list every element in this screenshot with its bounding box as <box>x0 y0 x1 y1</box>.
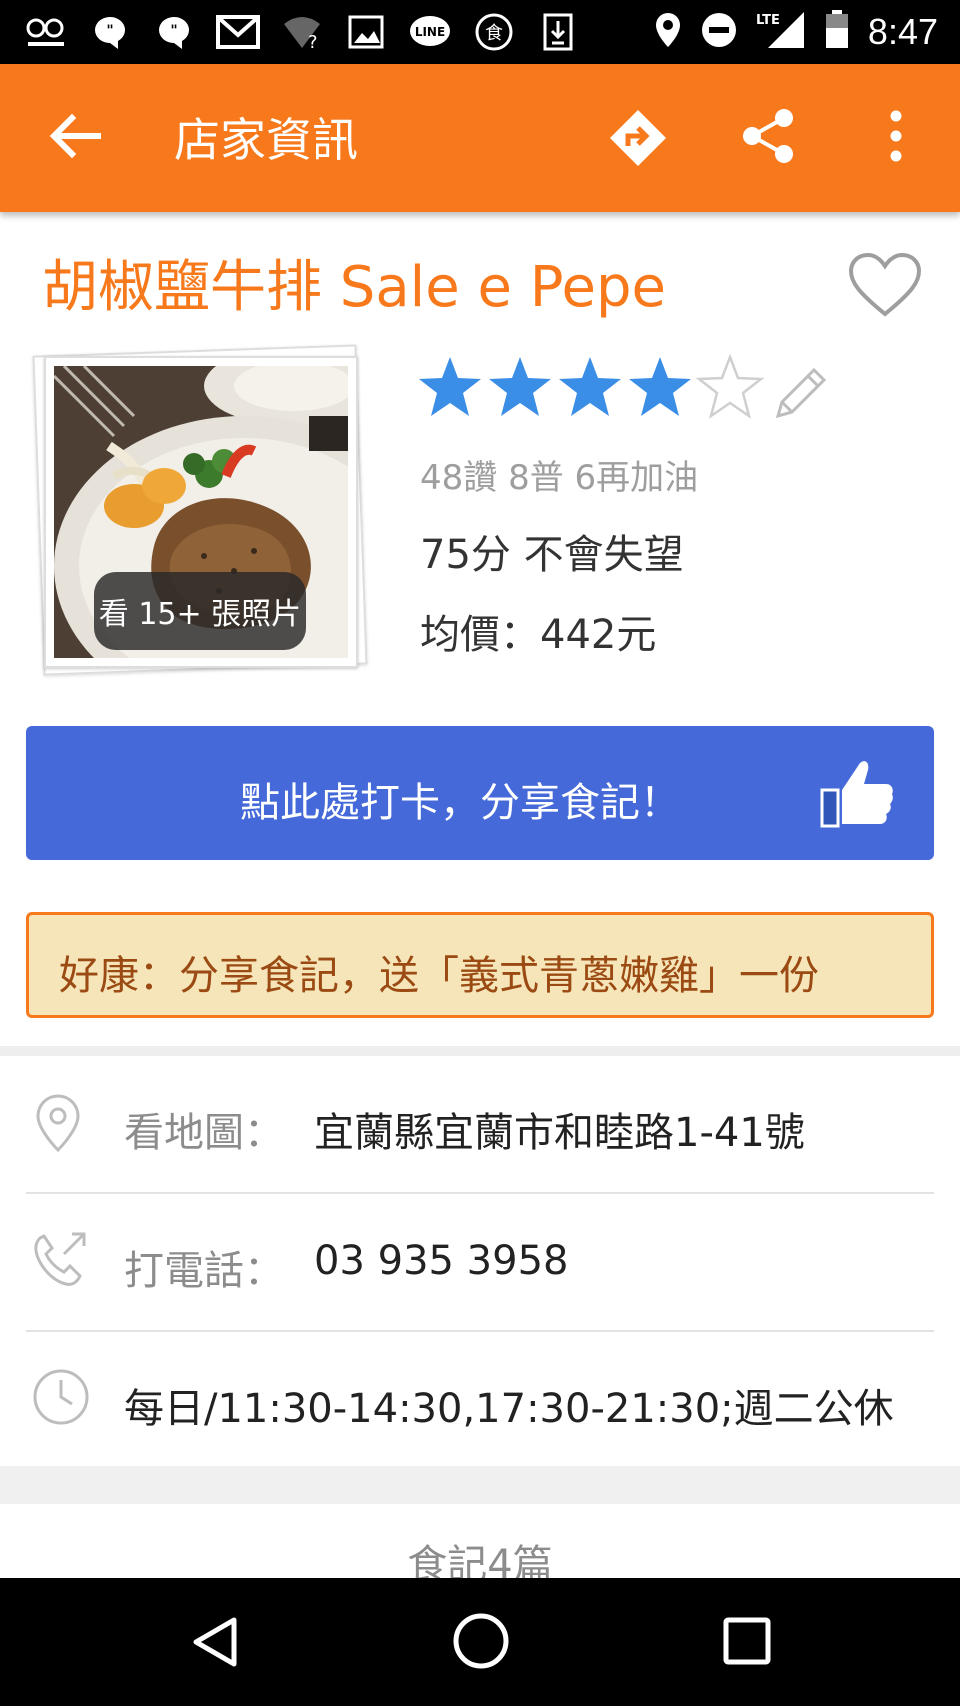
phone-value: 03 935 3958 <box>314 1238 569 1284</box>
rating-stars <box>416 354 764 422</box>
promo-text: 好康：分享食記，送「義式青蔥嫩雞」一份 <box>59 953 819 999</box>
wifi-unknown-icon: ? <box>280 12 324 52</box>
square-recents-icon <box>723 1617 771 1665</box>
clock-icon <box>32 1368 89 1430</box>
page-title: 店家資訊 <box>174 113 358 167</box>
location-pin-icon <box>32 1092 84 1154</box>
directions-icon <box>610 110 666 166</box>
gmail-icon <box>216 12 260 52</box>
section-divider <box>0 1466 960 1504</box>
share-button[interactable] <box>738 106 798 166</box>
star-filled-icon <box>419 357 481 416</box>
checkin-label: 點此處打卡，分享食記！ <box>240 780 680 826</box>
svg-text:": " <box>170 23 177 39</box>
svg-text:?: ? <box>308 32 318 50</box>
chat-bubble-icon: " <box>88 12 132 52</box>
phone-icon <box>32 1230 86 1292</box>
system-status: LTE 8:47 <box>654 0 938 64</box>
edit-rating-button[interactable] <box>772 364 830 422</box>
star-filled-icon <box>559 357 621 416</box>
map-row[interactable]: 看地圖： 宜蘭縣宜蘭市和睦路1-41號 <box>0 1056 960 1192</box>
nav-back-button[interactable] <box>188 1614 244 1670</box>
food-app-icon: 食 <box>472 12 516 52</box>
status-bar: " " ? LINE 食 LTE 8:47 <box>0 0 960 64</box>
section-divider <box>0 1046 960 1056</box>
share-icon <box>743 109 793 163</box>
store-name: 胡椒鹽牛排 Sale e Pepe <box>42 255 666 320</box>
vote-summary: 48讚 8普 6再加油 <box>420 458 699 498</box>
arrow-left-icon <box>49 113 101 159</box>
promo-banner[interactable]: 好康：分享食記，送「義式青蔥嫩雞」一份 <box>26 912 934 1018</box>
notification-icons: " " ? LINE 食 <box>0 12 580 52</box>
phone-row[interactable]: 打電話： 03 935 3958 <box>0 1194 960 1330</box>
hours-row: 每日/11:30-14:30,17:30-21:30;週二公休 <box>0 1332 960 1468</box>
more-vert-icon <box>890 110 902 162</box>
do-not-disturb-icon <box>700 11 738 53</box>
directions-button[interactable] <box>606 106 670 170</box>
network-type: LTE <box>756 13 780 28</box>
average-price: 均價：442元 <box>420 602 656 660</box>
score-text: 75分 不會失望 <box>420 532 684 578</box>
phone-label: 打電話： <box>124 1248 284 1294</box>
nav-recents-button[interactable] <box>722 1616 772 1666</box>
svg-text:": " <box>106 23 113 39</box>
svg-text:LINE: LINE <box>415 25 445 39</box>
price-label: 均價： <box>420 612 540 658</box>
favorite-button[interactable] <box>848 252 922 318</box>
back-button[interactable] <box>46 106 106 166</box>
battery-icon <box>824 10 850 54</box>
chat-bubble-icon: " <box>152 12 196 52</box>
address-value: 宜蘭縣宜蘭市和睦路1-41號 <box>314 1110 805 1156</box>
signal-icon: LTE <box>756 10 806 54</box>
download-icon <box>536 12 580 52</box>
map-label: 看地圖： <box>124 1110 284 1156</box>
gomaji-icon <box>24 12 68 52</box>
line-icon: LINE <box>408 12 452 52</box>
location-icon <box>654 11 682 53</box>
thumbs-up-icon <box>818 752 898 832</box>
hours-value: 每日/11:30-14:30,17:30-21:30;週二公休 <box>124 1386 894 1432</box>
status-time: 8:47 <box>867 11 938 52</box>
star-filled-icon <box>629 357 691 416</box>
app-bar: 店家資訊 <box>0 64 960 212</box>
pencil-icon <box>775 367 827 419</box>
checkin-share-button[interactable]: 點此處打卡，分享食記！ <box>26 726 934 860</box>
nav-home-button[interactable] <box>452 1612 510 1670</box>
more-options-button[interactable] <box>876 106 916 166</box>
navigation-bar <box>0 1578 960 1706</box>
heart-icon <box>848 252 922 317</box>
svg-text:食: 食 <box>485 23 503 44</box>
circle-home-icon <box>453 1613 509 1669</box>
triangle-back-icon <box>193 1617 237 1667</box>
view-photos-button[interactable]: 看 15+ 張照片 <box>94 572 306 650</box>
star-empty-icon <box>696 354 764 419</box>
star-filled-icon <box>489 357 551 416</box>
price-value: 442元 <box>540 612 657 658</box>
image-icon <box>344 12 388 52</box>
